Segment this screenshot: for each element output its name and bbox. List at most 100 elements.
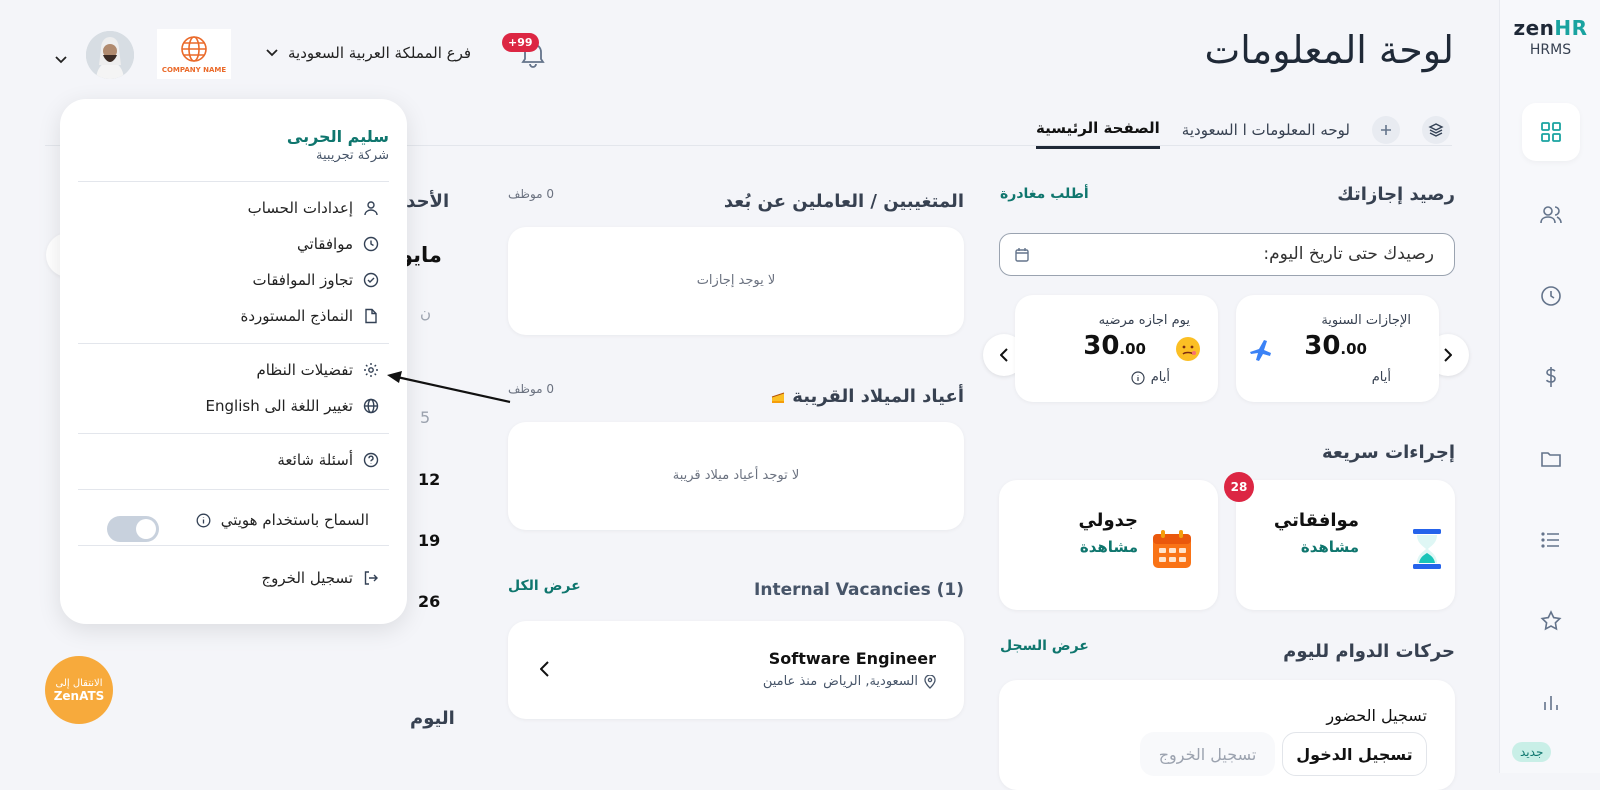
menu-item-label: تسجيل الخروج bbox=[261, 569, 353, 587]
menu-divider bbox=[78, 489, 389, 490]
vacancy-card[interactable]: Software Engineer السعودية, الرياض منذ ع… bbox=[508, 621, 964, 719]
menu-system-preferences[interactable]: تفضيلات النظام bbox=[256, 361, 379, 379]
annual-leave-unit: أيام bbox=[1371, 370, 1391, 385]
calendar-day[interactable]: 26 bbox=[418, 592, 440, 611]
zenats-line1: الانتقال إلى bbox=[55, 677, 103, 689]
balance-date-field[interactable]: رصيدك حتى تاريخ اليوم: bbox=[999, 233, 1455, 276]
sidebar-item-payroll[interactable] bbox=[1522, 348, 1580, 406]
menu-imported-forms[interactable]: النماذج المستوردة bbox=[241, 307, 380, 325]
quick-schedule-view[interactable]: مشاهدة bbox=[1080, 538, 1138, 556]
sidebar-item-dashboard[interactable] bbox=[1522, 103, 1580, 161]
menu-allow-identity: السماح باستخدام هويتي bbox=[196, 511, 369, 529]
calendar-day[interactable]: 19 bbox=[418, 531, 440, 550]
zenats-line2: ZenATS bbox=[53, 688, 105, 703]
plus-icon bbox=[1381, 125, 1391, 135]
sidebar-item-list[interactable] bbox=[1522, 511, 1580, 569]
menu-item-label: تفضيلات النظام bbox=[256, 361, 353, 379]
sick-leave-card[interactable]: يوم اجازه مرضيه 30.00 أيام bbox=[1015, 295, 1218, 402]
vacancy-age: منذ عامين bbox=[762, 674, 818, 689]
request-leave-link[interactable]: أطلب مغادرة bbox=[1000, 186, 1089, 202]
events-title: الأحدا bbox=[400, 191, 450, 212]
annual-leave-card[interactable]: الإجازات السنوية 30.00 أيام bbox=[1236, 295, 1439, 402]
sick-leave-value: 30.00 bbox=[1083, 331, 1146, 361]
view-all-link[interactable]: عرض الكل bbox=[508, 578, 581, 594]
branch-label: فرع المملكة العربية السعودية bbox=[288, 44, 472, 62]
absent-card: لا يوجد إجازات bbox=[508, 227, 964, 335]
layers-button[interactable] bbox=[1422, 116, 1450, 144]
absent-title: المتغيبين / العاملين عن بُعد bbox=[723, 191, 964, 212]
sidebar-item-reports[interactable] bbox=[1522, 673, 1580, 731]
menu-item-label: إعدادات الحساب bbox=[247, 199, 353, 217]
quick-approvals-card[interactable]: موافقاتي مشاهدة 28 bbox=[1224, 472, 1455, 610]
cake-icon bbox=[772, 392, 785, 403]
attendance-title: حركات الدوام لليوم bbox=[1283, 641, 1455, 662]
view-log-link[interactable]: عرض السجل bbox=[1000, 638, 1089, 654]
brand-sub: HRMS bbox=[1529, 42, 1572, 58]
sick-leave-label: يوم اجازه مرضيه bbox=[1098, 313, 1190, 328]
tab-home[interactable]: الصفحة الرئيسية bbox=[1035, 111, 1160, 149]
sidebar-item-attendance[interactable] bbox=[1522, 267, 1580, 325]
annotation-arrow bbox=[387, 371, 511, 404]
vacancies-title: Internal Vacancies (1) bbox=[754, 580, 964, 600]
approvals-count-badge: 28 bbox=[1224, 472, 1254, 502]
menu-my-approvals[interactable]: موافقاتي bbox=[297, 235, 379, 253]
menu-item-label: تجاوز الموافقات bbox=[252, 271, 353, 289]
zenats-button[interactable]: الانتقال إلى ZenATS bbox=[45, 656, 113, 724]
add-tab-button[interactable] bbox=[1372, 116, 1400, 144]
birthdays-empty: لا توجد أعياد ميلاد قريبة bbox=[672, 468, 800, 483]
menu-item-label: أسئلة شائعة bbox=[277, 451, 353, 469]
menu-item-label: تغيير اللغة الى English bbox=[205, 397, 353, 415]
checkout-button[interactable]: تسجيل الخروج bbox=[1140, 732, 1275, 776]
menu-logout[interactable]: تسجيل الخروج bbox=[261, 569, 379, 587]
branch-selector[interactable]: فرع المملكة العربية السعودية bbox=[266, 44, 471, 62]
airplane-icon bbox=[1250, 340, 1271, 361]
sidebar-item-documents[interactable] bbox=[1522, 430, 1580, 488]
app-logo[interactable]: zenHR HRMS bbox=[1500, 16, 1600, 58]
globe-logo-icon bbox=[181, 36, 207, 62]
chevron-left-icon[interactable] bbox=[540, 661, 549, 677]
profile-menu-toggle[interactable] bbox=[55, 49, 67, 68]
dollar-icon bbox=[1545, 367, 1556, 387]
page-title: لوحة المعلومات bbox=[1204, 28, 1454, 72]
sidebar-item-favorites[interactable] bbox=[1522, 592, 1580, 650]
menu-change-language[interactable]: تغيير اللغة الى English bbox=[206, 397, 379, 415]
file-icon bbox=[365, 308, 377, 324]
hourglass-icon bbox=[1413, 529, 1441, 569]
calendar-day[interactable]: 12 bbox=[418, 470, 440, 489]
quick-approvals-view[interactable]: مشاهدة bbox=[1301, 538, 1359, 556]
birthdays-title-row: أعياد الميلاد القريبة bbox=[770, 386, 964, 407]
menu-divider bbox=[78, 545, 389, 546]
quick-actions-title: إجراءات سريعة bbox=[1322, 442, 1455, 463]
quick-schedule-card[interactable]: جدولي مشاهدة bbox=[999, 480, 1218, 610]
sick-leave-unit: أيام bbox=[1150, 370, 1170, 385]
annual-leave-value: 30.00 bbox=[1304, 331, 1367, 361]
company-logo-text: COMPANY NAME bbox=[161, 66, 227, 74]
menu-divider bbox=[78, 343, 389, 344]
info-icon[interactable] bbox=[196, 513, 211, 528]
menu-faq[interactable]: أسئلة شائعة bbox=[277, 451, 379, 469]
brand-zen: zen bbox=[1513, 16, 1555, 40]
avatar[interactable] bbox=[86, 31, 134, 79]
sidebar-item-users[interactable] bbox=[1522, 186, 1580, 244]
today-title: اليوم bbox=[410, 708, 455, 729]
info-icon[interactable] bbox=[1131, 370, 1145, 385]
avatar-image bbox=[86, 31, 134, 79]
calendar-day[interactable]: 5 bbox=[420, 408, 430, 427]
menu-divider bbox=[78, 433, 389, 434]
identity-toggle[interactable] bbox=[107, 516, 159, 542]
notifications-badge: +99 bbox=[502, 33, 539, 52]
menu-override-approvals[interactable]: تجاوز الموافقات bbox=[253, 271, 379, 289]
birthdays-title: أعياد الميلاد القريبة bbox=[792, 386, 964, 407]
menu-account-settings[interactable]: إعدادات الحساب bbox=[248, 199, 379, 217]
tab-saudi-dashboard[interactable]: لوحه المعلومات ا السعودية bbox=[1182, 111, 1350, 149]
new-badge: جديد bbox=[1512, 742, 1552, 762]
chart-icon bbox=[1544, 696, 1558, 710]
quick-approvals-label: موافقاتي bbox=[1273, 510, 1359, 531]
vacancy-meta: السعودية, الرياض منذ عامين bbox=[763, 674, 936, 689]
vacancy-job-title: Software Engineer bbox=[768, 649, 936, 668]
dashboard-icon bbox=[1541, 122, 1561, 142]
logout-icon bbox=[364, 571, 378, 585]
calendar-schedule-icon bbox=[1153, 530, 1191, 568]
star-icon bbox=[1540, 610, 1562, 631]
checkin-button[interactable]: تسجيل الدخول bbox=[1282, 732, 1427, 776]
